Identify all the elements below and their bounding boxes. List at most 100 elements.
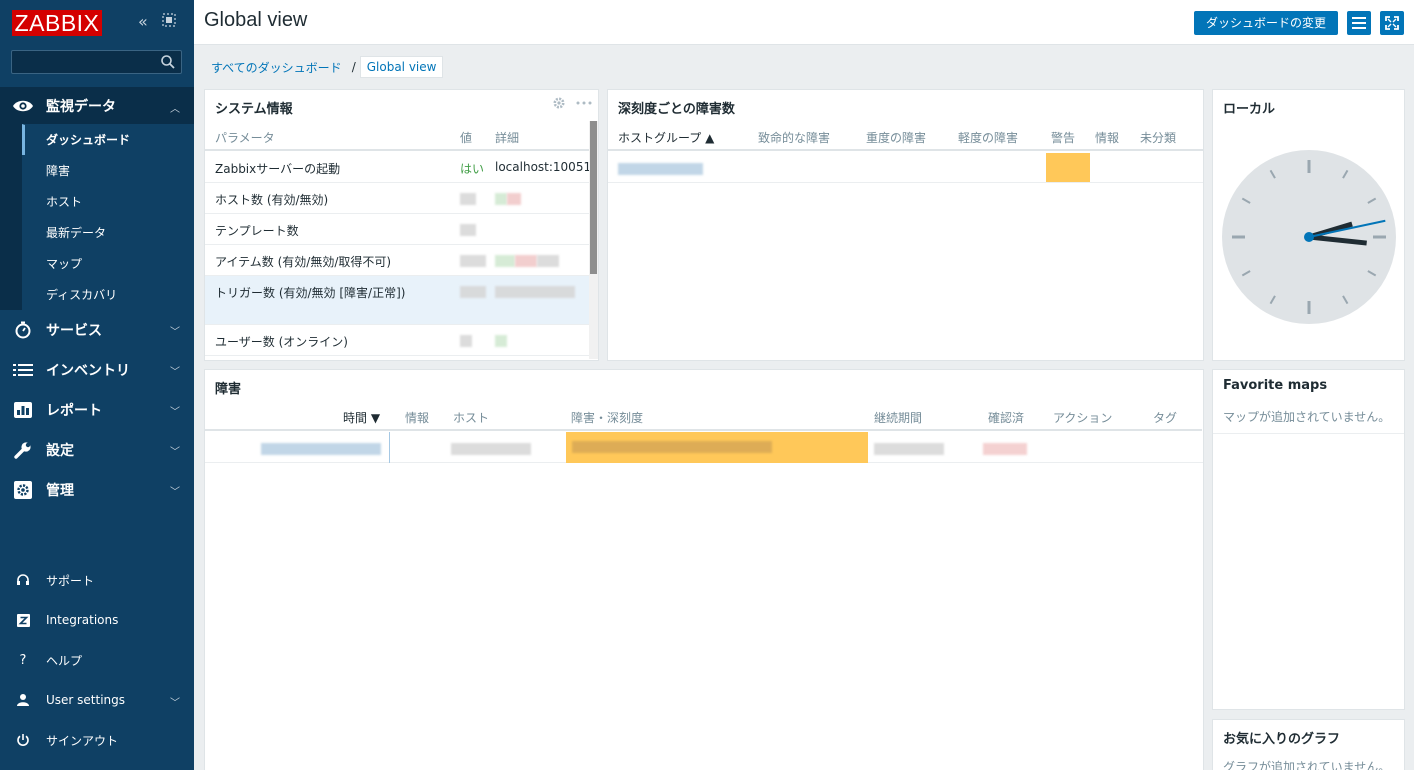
menu-administration[interactable]: 管理 ﹀ [0, 470, 194, 510]
clock-center [1304, 232, 1314, 242]
redacted-value [460, 333, 472, 347]
column-header: 詳細 [495, 131, 520, 145]
column-header: パラメータ [215, 131, 275, 145]
more-options-icon[interactable] [576, 96, 592, 110]
timeline-marker [389, 432, 391, 463]
sidebar-search [11, 50, 182, 74]
main-menu: 監視データ ︿ ダッシュボード 障害 ホスト 最新データ マップ ディスカバリ … [0, 87, 194, 510]
scrollbar-thumb[interactable] [590, 121, 597, 274]
submenu-item-discovery[interactable]: ディスカバリ [22, 279, 194, 310]
menu-monitoring[interactable]: 監視データ ︿ [0, 87, 194, 124]
redacted-host-group-link[interactable] [618, 161, 703, 175]
column-header: 警告 [1051, 131, 1076, 145]
monitoring-submenu: ダッシュボード 障害 ホスト 最新データ マップ ディスカバリ [0, 124, 194, 310]
fullscreen-icon [1385, 16, 1399, 30]
page-title: Global view [204, 9, 308, 31]
widget-title: システム情報 [215, 102, 293, 117]
menu-integrations[interactable]: Integrations [0, 600, 194, 640]
redacted-value [460, 253, 486, 267]
table-row: ユーザー数 (オンライン) [205, 325, 589, 356]
menu-label: ヘルプ [46, 653, 83, 668]
warning-count-cell[interactable] [1046, 153, 1090, 182]
breadcrumb-current-dashboard[interactable]: Global view [359, 56, 444, 78]
column-header: 継続期間 [874, 411, 923, 425]
breadcrumb: すべてのダッシュボード / Global view [211, 56, 444, 78]
submenu-item-dashboard[interactable]: ダッシュボード [22, 124, 194, 155]
eye-icon [0, 99, 46, 113]
menu-user-settings[interactable]: User settings ﹀ [0, 680, 194, 720]
submenu-item-maps[interactable]: マップ [22, 248, 194, 279]
param-cell: トリガー数 (有効/無効 [障害/正常]) [215, 286, 406, 300]
chevron-down-icon: ﹀ [170, 327, 180, 338]
table-header: パラメータ 値 詳細 [205, 125, 589, 151]
kiosk-mode-icon[interactable] [162, 13, 176, 31]
scrollbar[interactable] [589, 121, 598, 359]
menu-icon [1352, 17, 1366, 29]
question-icon: ? [19, 652, 27, 668]
sortable-column-header[interactable]: 時間 ▼ [343, 409, 380, 426]
z-icon [0, 613, 46, 627]
favorite-graphs-widget: お気に入りのグラフ グラフが追加されていません。 [1212, 719, 1405, 770]
submenu-item-problems[interactable]: 障害 [22, 155, 194, 186]
power-icon [0, 733, 46, 747]
edit-dashboard-button[interactable]: ダッシュボードの変更 [1193, 11, 1338, 35]
redacted-detail [495, 284, 575, 298]
submenu-item-latest-data[interactable]: 最新データ [22, 217, 194, 248]
secondary-menu: サポート Integrations ? ヘルプ User settings ﹀ … [0, 560, 194, 760]
column-header: 致命的な障害 [758, 131, 831, 145]
system-info-widget: システム情報 パラメータ 値 詳細 Zabbixサーバーの起動 はい local… [204, 89, 599, 361]
table-header: 時間 ▼ 情報 ホスト 障害・深刻度 継続期間 確認済 アクション タグ [205, 405, 1202, 431]
menu-sign-out[interactable]: サインアウト [0, 720, 194, 760]
column-header: 情報 [405, 411, 430, 425]
column-header: 軽度の障害 [958, 131, 1019, 145]
column-header: 情報 [1095, 131, 1120, 145]
menu-services[interactable]: サービス ﹀ [0, 310, 194, 350]
redacted-value [460, 222, 476, 236]
search-icon[interactable] [160, 54, 176, 70]
sortable-column-header[interactable]: ホストグループ ▲ [618, 129, 714, 146]
widget-title: 深刻度ごとの障害数 [618, 102, 735, 117]
gear-icon[interactable] [552, 96, 566, 110]
column-header: 障害・深刻度 [571, 411, 644, 425]
search-input[interactable] [12, 51, 152, 73]
chevron-up-icon: ︿ [170, 104, 180, 115]
widget-title: 障害 [215, 382, 242, 397]
widget-title: ローカル [1223, 102, 1276, 117]
dashboard-actions-button[interactable] [1347, 11, 1371, 35]
column-header: 未分類 [1140, 131, 1177, 145]
breadcrumb-all-dashboards[interactable]: すべてのダッシュボード [211, 59, 342, 76]
fullscreen-button[interactable] [1380, 11, 1404, 35]
wrench-icon [0, 441, 46, 459]
menu-label: Integrations [46, 613, 119, 627]
analog-clock [1222, 150, 1396, 324]
collapse-sidebar-icon[interactable]: « [138, 13, 148, 31]
gear-box-icon [0, 481, 46, 499]
table-row: Zabbixサーバーの起動 はい localhost:10051 [205, 152, 591, 183]
problem-severity-cell[interactable] [566, 432, 868, 463]
table-row: アイテム数 (有効/無効/取得不可) [205, 245, 589, 276]
column-header: アクション [1053, 411, 1113, 425]
stopwatch-icon [0, 321, 46, 339]
chevron-down-icon: ﹀ [170, 698, 180, 709]
problems-widget: 障害 時間 ▼ 情報 ホスト 障害・深刻度 継続期間 確認済 アクション タグ [204, 369, 1204, 770]
table-row: ホスト数 (有効/無効) [205, 183, 589, 214]
column-header: 確認済 [988, 411, 1025, 425]
redacted-ack[interactable] [983, 441, 1027, 455]
menu-inventory[interactable]: インベントリ ﹀ [0, 350, 194, 390]
chevron-down-icon: ﹀ [170, 447, 180, 458]
menu-reports[interactable]: レポート ﹀ [0, 390, 194, 430]
zabbix-logo[interactable]: ZABBIX [12, 10, 102, 36]
table-row: テンプレート数 [205, 214, 589, 245]
redacted-time-link[interactable] [261, 441, 381, 455]
menu-help[interactable]: ? ヘルプ [0, 640, 194, 680]
redacted-host[interactable] [451, 441, 531, 455]
redacted-duration[interactable] [874, 441, 944, 455]
value-cell: はい [460, 162, 485, 176]
menu-support[interactable]: サポート [0, 560, 194, 600]
param-cell: ホスト数 (有効/無効) [215, 193, 329, 207]
menu-configuration[interactable]: 設定 ﹀ [0, 430, 194, 470]
column-header: タグ [1153, 411, 1178, 425]
user-icon [0, 693, 46, 707]
submenu-item-hosts[interactable]: ホスト [22, 186, 194, 217]
empty-message: マップが追加されていません。 [1223, 410, 1391, 424]
